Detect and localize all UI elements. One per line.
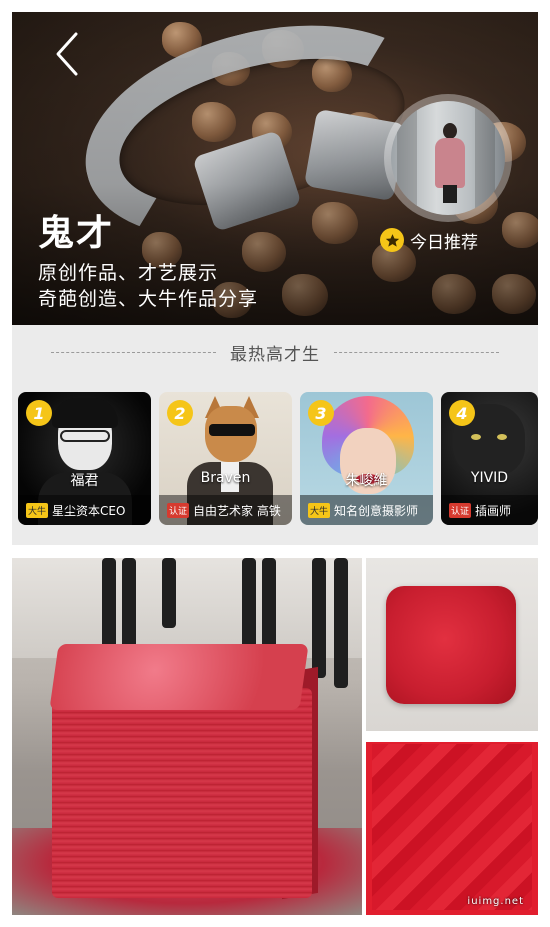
talent-card[interactable]: 4 YIVID 认证 插画师	[441, 392, 538, 525]
talent-cards-row[interactable]: 1 福君 大牛 星尘资本CEO 2 Braven 认证 自由艺术家 高铁 3 朱…	[18, 392, 538, 525]
watermark: iuimg.net	[467, 896, 524, 907]
talent-card[interactable]: 2 Braven 认证 自由艺术家 高铁	[159, 392, 292, 525]
rank-badge: 1	[26, 400, 52, 426]
talent-desc: 插画师	[475, 503, 512, 518]
chevron-left-icon	[56, 32, 78, 76]
talent-desc: 自由艺术家 高铁	[193, 503, 281, 518]
artwork-gallery: iuimg.net	[12, 558, 538, 915]
talent-name: YIVID	[470, 470, 509, 486]
artwork-image-bottom-right[interactable]	[366, 738, 538, 915]
verified-badge: 认证	[167, 502, 190, 518]
hero-subtitle-line2: 奇葩创造、大牛作品分享	[38, 288, 259, 310]
artwork-image-main[interactable]	[12, 558, 362, 915]
talent-info: 大牛 知名创意摄影师	[300, 495, 433, 525]
talent-card[interactable]: 1 福君 大牛 星尘资本CEO	[18, 392, 151, 525]
artwork-image-top-right[interactable]	[366, 558, 538, 731]
talent-name: 朱峻維	[345, 473, 388, 489]
section-title: 最热高才生	[230, 344, 320, 365]
section-header: 最热高才生	[12, 325, 538, 379]
talent-info: 认证 插画师	[441, 495, 538, 525]
divider-left	[51, 351, 216, 353]
rank-badge: 2	[167, 400, 193, 426]
divider-right	[334, 351, 499, 353]
talent-name: 福君	[70, 473, 99, 489]
talent-name: Braven	[200, 470, 251, 486]
level-badge: 大牛	[308, 502, 331, 518]
featured-avatar[interactable]	[384, 94, 512, 222]
today-recommend-link[interactable]: 今日推荐	[380, 227, 478, 253]
talent-card[interactable]: 3 朱峻維 大牛 知名创意摄影师	[300, 392, 433, 525]
talent-info: 认证 自由艺术家 高铁	[159, 495, 292, 525]
star-icon	[380, 228, 404, 252]
hero-banner[interactable]: 鬼才 原创作品、才艺展示 奇葩创造、大牛作品分享 今日推荐	[12, 12, 538, 325]
today-recommend-label: 今日推荐	[410, 232, 478, 253]
hot-talents-section: 最热高才生 1 福君 大牛 星尘资本CEO 2 Braven 认证 自由艺术家 …	[12, 325, 538, 545]
back-button[interactable]	[50, 28, 84, 80]
hero-title: 鬼才	[38, 213, 115, 254]
rank-badge: 3	[308, 400, 334, 426]
app-screen: 鬼才 原创作品、才艺展示 奇葩创造、大牛作品分享 今日推荐 最热高才生 1 福君…	[12, 12, 538, 915]
talent-info: 大牛 星尘资本CEO	[18, 495, 151, 525]
hero-subtitle-line1: 原创作品、才艺展示	[38, 262, 219, 284]
talent-desc: 知名创意摄影师	[334, 503, 419, 518]
level-badge: 大牛	[26, 502, 49, 518]
rank-badge: 4	[449, 400, 475, 426]
verified-badge: 认证	[449, 502, 472, 518]
talent-desc: 星尘资本CEO	[52, 503, 126, 518]
